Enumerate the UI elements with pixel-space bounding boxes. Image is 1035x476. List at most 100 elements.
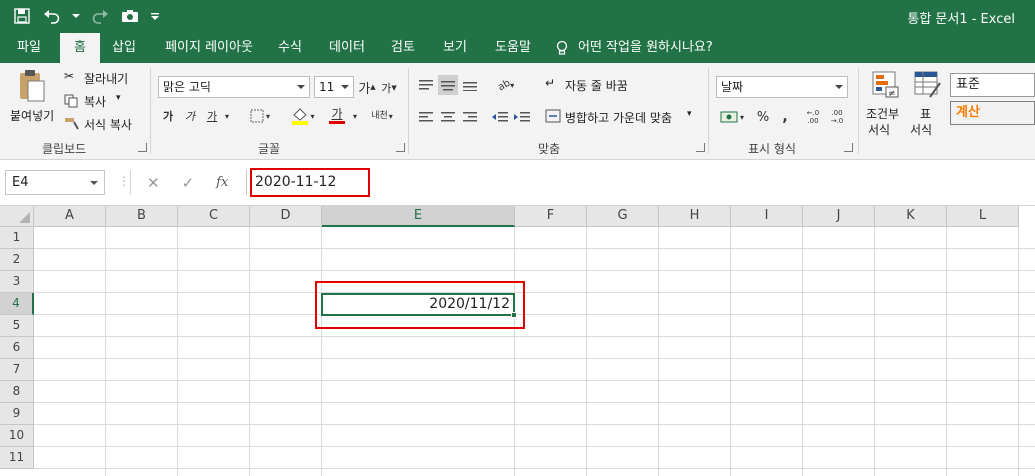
customize-icon[interactable]	[150, 6, 160, 26]
row-header-10[interactable]: 10	[0, 425, 34, 447]
grid-column-line	[586, 227, 587, 476]
font-color-button[interactable]: 가	[322, 105, 352, 127]
decrease-decimal-icon[interactable]: .00 →.0	[826, 107, 848, 127]
tab-insert[interactable]: 삽입	[103, 33, 145, 63]
undo-dropdown-icon[interactable]	[72, 6, 80, 26]
grid-row-line	[34, 314, 1035, 315]
paste-button[interactable]: 붙여넣기	[8, 69, 56, 129]
row-header-2[interactable]: 2	[0, 249, 34, 271]
grid-row-line	[34, 402, 1035, 403]
row-header-8[interactable]: 8	[0, 381, 34, 403]
column-header-j[interactable]: J	[803, 206, 875, 227]
copy-dropdown-icon[interactable]: ▾	[116, 93, 121, 103]
tab-formulas[interactable]: 수식	[270, 33, 310, 63]
font-launcher-icon[interactable]	[396, 143, 405, 152]
format-as-table-button[interactable]: 표 서식	[908, 69, 946, 139]
grid-column-line	[874, 227, 875, 476]
bold-button[interactable]: 가	[160, 107, 176, 125]
merge-label: 병합하고 가운데 맞춤	[565, 111, 672, 125]
align-top-icon[interactable]	[416, 75, 436, 95]
save-icon[interactable]	[12, 6, 32, 26]
row-header-11[interactable]: 11	[0, 447, 34, 469]
borders-icon[interactable]: ▾	[246, 107, 274, 125]
orientation-icon[interactable]: ab ▾	[492, 75, 520, 95]
insert-function-icon[interactable]: fx	[216, 175, 228, 190]
increase-font-icon[interactable]: 가 ▲	[358, 77, 376, 97]
tab-file[interactable]: 파일	[5, 33, 53, 63]
row-header-4[interactable]: 4	[0, 293, 34, 315]
row-header-5[interactable]: 5	[0, 315, 34, 337]
column-header-b[interactable]: B	[106, 206, 178, 227]
font-size-select[interactable]: 11	[314, 76, 354, 98]
tell-me-box[interactable]: 어떤 작업을 원하시나요?	[556, 33, 713, 63]
align-bottom-icon[interactable]	[460, 75, 480, 95]
column-header-h[interactable]: H	[659, 206, 731, 227]
font-color-dropdown-icon[interactable]: ▾	[350, 107, 360, 125]
tab-review[interactable]: 검토	[382, 33, 424, 63]
tab-view[interactable]: 보기	[434, 33, 476, 63]
column-header-k[interactable]: K	[875, 206, 947, 227]
grid-row-line	[34, 358, 1035, 359]
tab-home[interactable]: 홈	[60, 33, 100, 63]
alignment-launcher-icon[interactable]	[696, 143, 705, 152]
column-header-f[interactable]: F	[515, 206, 587, 227]
select-all-corner[interactable]	[0, 206, 34, 227]
cut-button[interactable]: ✂ 잘라내기	[64, 69, 144, 87]
redo-icon[interactable]	[90, 6, 110, 26]
percent-button[interactable]: %	[754, 107, 772, 127]
undo-icon[interactable]	[42, 6, 62, 26]
increase-indent-icon[interactable]	[512, 107, 532, 127]
enter-icon[interactable]: ✓	[182, 174, 195, 192]
tab-help[interactable]: 도움말	[486, 33, 540, 63]
grid-column-line	[249, 227, 250, 476]
comma-button[interactable]: ,	[778, 107, 792, 127]
wrap-text-button[interactable]: ↵ 자동 줄 바꿈	[545, 75, 645, 95]
copy-button[interactable]: 복사 ▾	[64, 92, 144, 110]
number-launcher-icon[interactable]	[844, 143, 853, 152]
tab-page-layout[interactable]: 페이지 레이아웃	[155, 33, 263, 63]
column-header-g[interactable]: G	[587, 206, 659, 227]
underline-dropdown-icon[interactable]: ▾	[222, 107, 232, 125]
row-header-6[interactable]: 6	[0, 337, 34, 359]
underline-button[interactable]: 가	[204, 107, 220, 125]
column-header-c[interactable]: C	[178, 206, 250, 227]
merge-center-button[interactable]: 병합하고 가운데 맞춤 ▾	[545, 107, 705, 127]
column-header-l[interactable]: L	[947, 206, 1019, 227]
fill-color-icon[interactable]: ▾	[288, 105, 318, 127]
conditional-formatting-button[interactable]: ≠ 조건부 서식	[864, 69, 906, 139]
accounting-icon[interactable]: ▾	[716, 107, 748, 127]
align-right-icon[interactable]	[460, 107, 480, 127]
column-header-d[interactable]: D	[250, 206, 322, 227]
format-painter-button[interactable]: 서식 복사	[64, 115, 144, 133]
align-middle-icon[interactable]	[438, 75, 458, 95]
grid-column-line	[105, 227, 106, 476]
copy-icon	[64, 94, 78, 108]
italic-button[interactable]: 가	[182, 107, 198, 125]
row-header-7[interactable]: 7	[0, 359, 34, 381]
font-name-select[interactable]: 맑은 고딕	[158, 76, 310, 98]
style-calculation[interactable]: 계산	[950, 101, 1035, 125]
spreadsheet-grid[interactable]: ABCDEFGHIJKL 1 2 3 4 5 6 7 8 9 10 11 2020/11/12	[0, 206, 1035, 476]
grid-column-line	[802, 227, 803, 476]
row-header-3[interactable]: 3	[0, 271, 34, 293]
phonetic-button[interactable]: 내천 ▾	[368, 105, 396, 127]
name-box[interactable]: E4	[5, 170, 105, 195]
align-center-icon[interactable]	[438, 107, 458, 127]
clipboard-launcher-icon[interactable]	[138, 143, 147, 152]
increase-decimal-icon[interactable]: ←.0.00	[802, 107, 824, 127]
row-header-9[interactable]: 9	[0, 403, 34, 425]
number-format-select[interactable]: 날짜	[716, 76, 848, 98]
cancel-icon[interactable]: ✕	[147, 174, 160, 192]
tab-data[interactable]: 데이터	[322, 33, 372, 63]
decrease-indent-icon[interactable]	[490, 107, 510, 127]
row-header-1[interactable]: 1	[0, 227, 34, 249]
column-header-a[interactable]: A	[34, 206, 106, 227]
align-left-icon[interactable]	[416, 107, 436, 127]
camera-icon[interactable]	[120, 6, 140, 26]
group-divider	[858, 68, 859, 154]
column-header-e[interactable]: E	[322, 206, 515, 227]
font-group-label: 글꼴	[258, 142, 281, 156]
style-normal[interactable]: 표준	[950, 73, 1035, 97]
column-header-i[interactable]: I	[731, 206, 803, 227]
decrease-font-icon[interactable]: 가 ▼	[380, 79, 398, 97]
